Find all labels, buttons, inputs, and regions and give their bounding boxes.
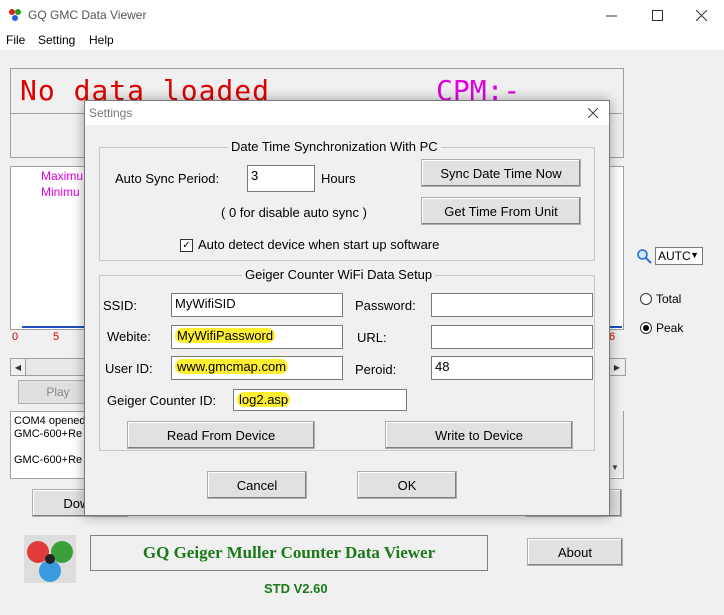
app-logo-icon xyxy=(9,9,21,21)
user-id-value: www.gmcmap.com xyxy=(175,359,289,374)
menu-file[interactable]: File xyxy=(6,33,25,47)
radio-peak[interactable] xyxy=(640,322,652,334)
zoom-icon[interactable] xyxy=(636,248,652,264)
menu-setting[interactable]: Setting xyxy=(38,33,75,47)
menu-bar: File Setting Help xyxy=(0,30,724,50)
auto-sync-input[interactable]: 3 xyxy=(247,165,315,192)
legend-minimum: Minimu xyxy=(41,185,80,199)
url-label: URL: xyxy=(357,330,387,345)
close-icon[interactable] xyxy=(678,0,724,30)
range-select[interactable]: AUTC ▼ xyxy=(655,247,703,265)
maximize-icon[interactable] xyxy=(634,0,680,30)
dialog-title-bar: Settings xyxy=(85,101,609,125)
counter-id-label: Geiger Counter ID: xyxy=(107,393,217,408)
ok-button[interactable]: OK xyxy=(357,471,457,499)
ssid-label: SSID: xyxy=(103,298,137,313)
range-select-value: AUTC xyxy=(658,249,691,263)
about-button[interactable]: About xyxy=(527,538,623,566)
dialog-title: Settings xyxy=(89,106,133,120)
user-id-label: User ID: xyxy=(105,361,153,376)
read-from-device-button[interactable]: Read From Device xyxy=(127,421,315,449)
radio-total-label: Total xyxy=(656,292,682,306)
cancel-button[interactable]: Cancel xyxy=(207,471,307,499)
sync-group-title: Date Time Synchronization With PC xyxy=(228,139,441,154)
hours-label: Hours xyxy=(321,171,356,186)
version-label: STD V2.60 xyxy=(264,581,328,596)
period-input[interactable]: 48 xyxy=(431,356,593,380)
disable-sync-hint: ( 0 for disable auto sync ) xyxy=(221,205,367,220)
ssid-input[interactable]: MyWifiSID xyxy=(171,293,343,317)
wifi-group-title: Geiger Counter WiFi Data Setup xyxy=(242,267,436,282)
write-to-device-button[interactable]: Write to Device xyxy=(385,421,573,449)
title-bar: GQ GMC Data Viewer xyxy=(0,0,724,30)
chevron-down-icon: ▼ xyxy=(690,250,699,260)
auto-sync-label: Auto Sync Period: xyxy=(115,171,220,186)
window-title: GQ GMC Data Viewer xyxy=(28,8,147,22)
password-input[interactable] xyxy=(431,293,593,317)
minimize-icon[interactable] xyxy=(588,0,634,30)
scroll-left-icon[interactable]: ◀ xyxy=(11,359,26,375)
website-label: Webite: xyxy=(107,329,151,344)
tick-label-5: 5 xyxy=(53,331,60,343)
auto-detect-checkbox[interactable]: ✓ xyxy=(180,239,193,252)
tick-label-0: 0 xyxy=(12,331,19,343)
counter-id-input[interactable]: log2.asp xyxy=(233,389,407,411)
get-time-from-unit-button[interactable]: Get Time From Unit xyxy=(421,197,581,225)
website-value: MyWifiPassword xyxy=(175,328,276,343)
auto-detect-label: Auto detect device when start up softwar… xyxy=(198,237,440,252)
sync-date-time-now-button[interactable]: Sync Date Time Now xyxy=(421,159,581,187)
scroll-down-icon[interactable]: ▼ xyxy=(611,463,619,472)
password-label: Password: xyxy=(355,298,416,313)
website-input[interactable]: MyWifiPassword xyxy=(171,325,343,349)
settings-dialog: Settings Date Time Synchronization With … xyxy=(84,100,610,516)
radio-total[interactable] xyxy=(640,293,652,305)
legend-maximum: Maximu xyxy=(41,169,84,183)
gq-logo xyxy=(24,535,76,583)
period-label: Peroid: xyxy=(355,362,397,377)
counter-id-value: log2.asp xyxy=(237,392,291,407)
radio-peak-label: Peak xyxy=(656,321,684,335)
dialog-close-icon[interactable] xyxy=(582,103,604,123)
scroll-right-icon[interactable]: ▶ xyxy=(609,359,624,375)
app-banner: GQ Geiger Muller Counter Data Viewer xyxy=(90,535,488,571)
log-scrollbar[interactable]: ▼ xyxy=(608,411,623,477)
menu-help[interactable]: Help xyxy=(89,33,114,47)
user-id-input[interactable]: www.gmcmap.com xyxy=(171,356,343,380)
url-input[interactable] xyxy=(431,325,593,349)
